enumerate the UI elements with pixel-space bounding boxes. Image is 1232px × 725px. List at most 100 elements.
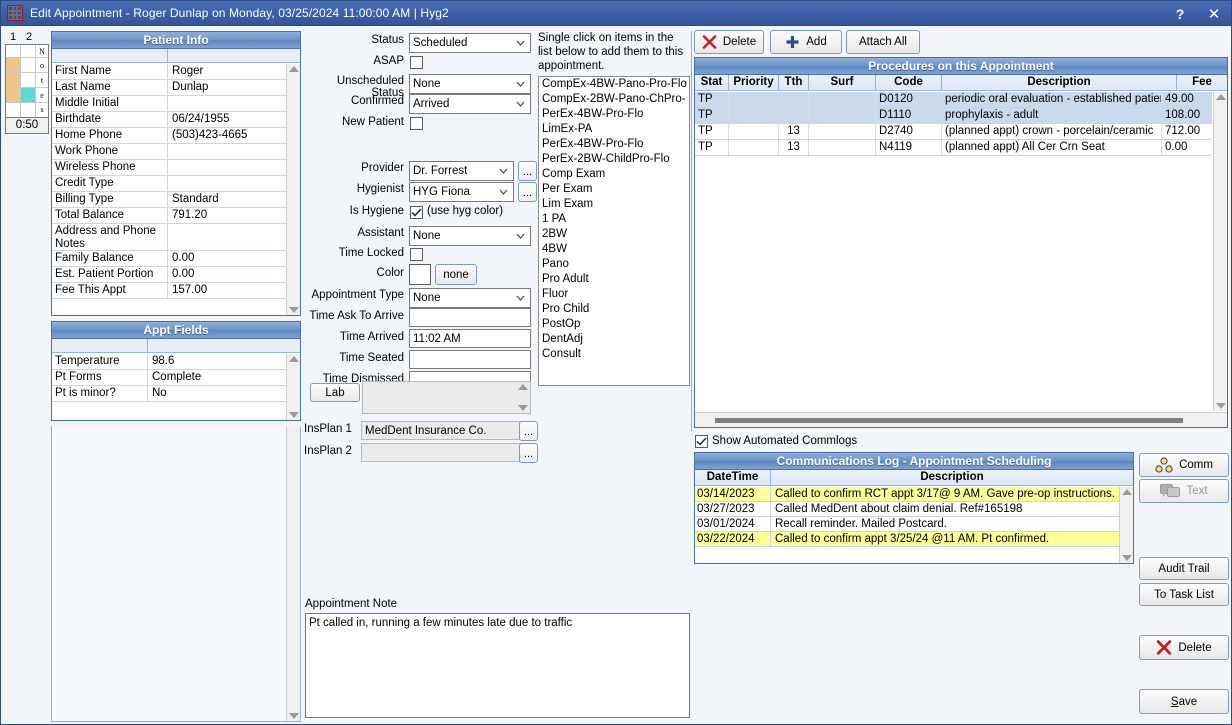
quick-add-item[interactable]: Lim Exam (539, 197, 689, 212)
quick-add-item[interactable]: Pro Child (539, 302, 689, 317)
scroll-down-icon[interactable] (288, 412, 299, 418)
audit-trail-button[interactable]: Audit Trail (1139, 557, 1229, 580)
quick-add-item[interactable]: PerEx-2BW-ChildPro-Flo (539, 152, 689, 167)
quick-add-item[interactable]: CompEx-2BW-Pano-ChPro- (539, 92, 689, 107)
quick-add-item[interactable]: 2BW (539, 227, 689, 242)
patient-info-row[interactable]: Family Balance 0.00 (52, 251, 286, 267)
to-task-list-button[interactable]: To Task List (1139, 583, 1229, 606)
patient-info-row[interactable]: Est. Patient Portion 0.00 (52, 267, 286, 283)
procedure-row[interactable]: TP 13 N4119 (planned appt) All Cer Crn Seat… (695, 140, 1212, 156)
provider-picker-button[interactable]: ... (518, 161, 537, 181)
hygienist-select[interactable]: HYG Fiona (409, 182, 514, 202)
appointment-note-input[interactable]: Pt called in, running a few minutes late… (305, 613, 690, 718)
text-button[interactable]: Text (1139, 479, 1229, 503)
color-swatch[interactable] (409, 264, 431, 285)
commlog-scrollbar[interactable] (1119, 487, 1133, 563)
hygienist-picker-button[interactable]: ... (518, 182, 537, 202)
appt-fields-row[interactable]: Pt Forms Complete (52, 370, 286, 386)
is-hygiene-checkbox[interactable] (410, 206, 423, 219)
scroll-up-icon[interactable] (1121, 489, 1132, 495)
appt-fields-rows[interactable]: Temperature 98.6 Pt Forms Complete Pt is min… (52, 354, 286, 420)
patient-info-row[interactable]: Fee This Appt 157.00 (52, 283, 286, 299)
commlog-row[interactable]: 03/01/2024 Recall reminder. Mailed Postca… (695, 517, 1119, 532)
patient-info-row[interactable]: Wireless Phone (52, 160, 286, 176)
insplan1-picker-button[interactable]: ... (519, 421, 538, 441)
commlog-row[interactable]: 03/22/2024 Called to confirm appt 3/25/24… (695, 532, 1119, 547)
insplan2-input[interactable] (361, 443, 522, 462)
appointment-type-select[interactable]: None (409, 288, 531, 308)
time-ask-to-arrive-input[interactable] (409, 308, 531, 327)
patient-info-rows[interactable]: First Name Roger Last Name Dunlap Middle Ini… (52, 64, 286, 315)
procedures-hscrollbar[interactable] (695, 412, 1227, 427)
scroll-up-icon[interactable] (288, 356, 299, 362)
patient-info-row[interactable]: Home Phone (503)423-4665 (52, 128, 286, 144)
scroll-down-icon[interactable] (288, 307, 299, 313)
delete-appointment-button[interactable]: Delete (1139, 635, 1229, 660)
scroll-up-icon[interactable] (518, 384, 528, 390)
quick-add-item[interactable]: 1 PA (539, 212, 689, 227)
appt-fields-scrollbar[interactable] (286, 354, 300, 420)
commlog-row[interactable]: 03/14/2023 Called to confirm RCT appt 3/1… (695, 487, 1119, 502)
appt-fields-row[interactable]: Temperature 98.6 (52, 354, 286, 370)
patient-info-row[interactable]: Address and Phone Notes (52, 224, 286, 251)
procedure-row[interactable]: TP 13 D2740 (planned appt) crown - porcelai… (695, 124, 1212, 140)
attach-all-button[interactable]: Attach All (846, 30, 920, 54)
quick-add-item[interactable]: 4BW (539, 242, 689, 257)
quick-add-item[interactable]: Consult (539, 347, 689, 362)
patient-info-row[interactable]: Birthdate 06/24/1955 (52, 112, 286, 128)
quick-add-item[interactable]: PerEx-4BW-Pro-Flo (539, 137, 689, 152)
time-locked-checkbox[interactable] (410, 248, 423, 261)
hscroll-thumb[interactable] (715, 418, 1183, 423)
quick-add-item[interactable]: Fluor (539, 287, 689, 302)
show-automated-commlogs-checkbox[interactable] (695, 435, 708, 448)
add-procedure-button[interactable]: Add (770, 30, 842, 54)
patient-info-scrollbar[interactable] (286, 64, 300, 315)
procedures-rows[interactable]: TP D0120 periodic oral evaluation - establ… (695, 92, 1212, 411)
quick-add-item[interactable]: PostOp (539, 317, 689, 332)
scroll-up-icon[interactable] (1215, 94, 1226, 100)
color-none-button[interactable]: none (435, 264, 477, 285)
patient-info-row[interactable]: Middle Initial (52, 96, 286, 112)
patient-info-row[interactable]: Credit Type (52, 176, 286, 192)
quick-add-item[interactable]: LimEx-PA (539, 122, 689, 137)
patient-info-row[interactable]: First Name Roger (52, 64, 286, 80)
asap-checkbox[interactable] (410, 56, 423, 69)
insplan2-picker-button[interactable]: ... (519, 443, 538, 463)
commlog-rows[interactable]: 03/14/2023 Called to confirm RCT appt 3/1… (695, 487, 1119, 563)
time-seated-input[interactable] (409, 350, 531, 369)
procedure-row[interactable]: TP D1110 prophylaxis - adult 108.00 (695, 108, 1212, 124)
help-button[interactable]: ? (1163, 1, 1197, 26)
delete-procedure-button[interactable]: Delete (694, 30, 764, 54)
quick-add-item[interactable]: Comp Exam (539, 167, 689, 182)
quick-add-list[interactable]: CompEx-4BW-Pano-Pro-Flo CompEx-2BW-Pano-C… (538, 76, 690, 386)
lab-button[interactable]: Lab (310, 383, 360, 402)
quick-add-item[interactable]: DentAdj (539, 332, 689, 347)
procedure-row[interactable]: TP D0120 periodic oral evaluation - establ… (695, 92, 1212, 108)
left-panel-scrollbar[interactable] (286, 427, 300, 721)
quick-add-item[interactable]: PerEx-4BW-Pro-Flo (539, 107, 689, 122)
quick-add-item[interactable]: Pro Adult (539, 272, 689, 287)
patient-info-row[interactable]: Billing Type Standard (52, 192, 286, 208)
scroll-down-icon[interactable] (288, 713, 299, 719)
assistant-select[interactable]: None (409, 226, 531, 246)
comm-button[interactable]: Comm (1139, 453, 1229, 477)
new-patient-checkbox[interactable] (410, 117, 423, 130)
quick-add-item[interactable]: Pano (539, 257, 689, 272)
status-select[interactable]: Scheduled (409, 33, 531, 53)
lab-list-scrollbar[interactable] (516, 382, 530, 413)
unscheduled-status-select[interactable]: None (409, 74, 531, 94)
confirmed-select[interactable]: Arrived (409, 94, 531, 114)
appt-fields-row[interactable]: Pt is minor? No (52, 386, 286, 402)
scroll-down-icon[interactable] (1215, 403, 1226, 409)
scroll-up-icon[interactable] (288, 66, 299, 72)
close-button[interactable]: ✕ (1197, 1, 1231, 26)
timebar-grid[interactable]: N o t e s (5, 44, 49, 118)
commlog-row[interactable]: 03/27/2023 Called MedDent about claim den… (695, 502, 1119, 517)
patient-info-row[interactable]: Last Name Dunlap (52, 80, 286, 96)
scroll-down-icon[interactable] (1121, 555, 1132, 561)
provider-select[interactable]: Dr. Forrest (409, 161, 514, 181)
save-button[interactable]: Save (1139, 689, 1229, 714)
quick-add-item[interactable]: CompEx-4BW-Pano-Pro-Flo (539, 77, 689, 92)
time-arrived-input[interactable]: 11:02 AM (409, 329, 531, 348)
quick-add-item[interactable]: Per Exam (539, 182, 689, 197)
